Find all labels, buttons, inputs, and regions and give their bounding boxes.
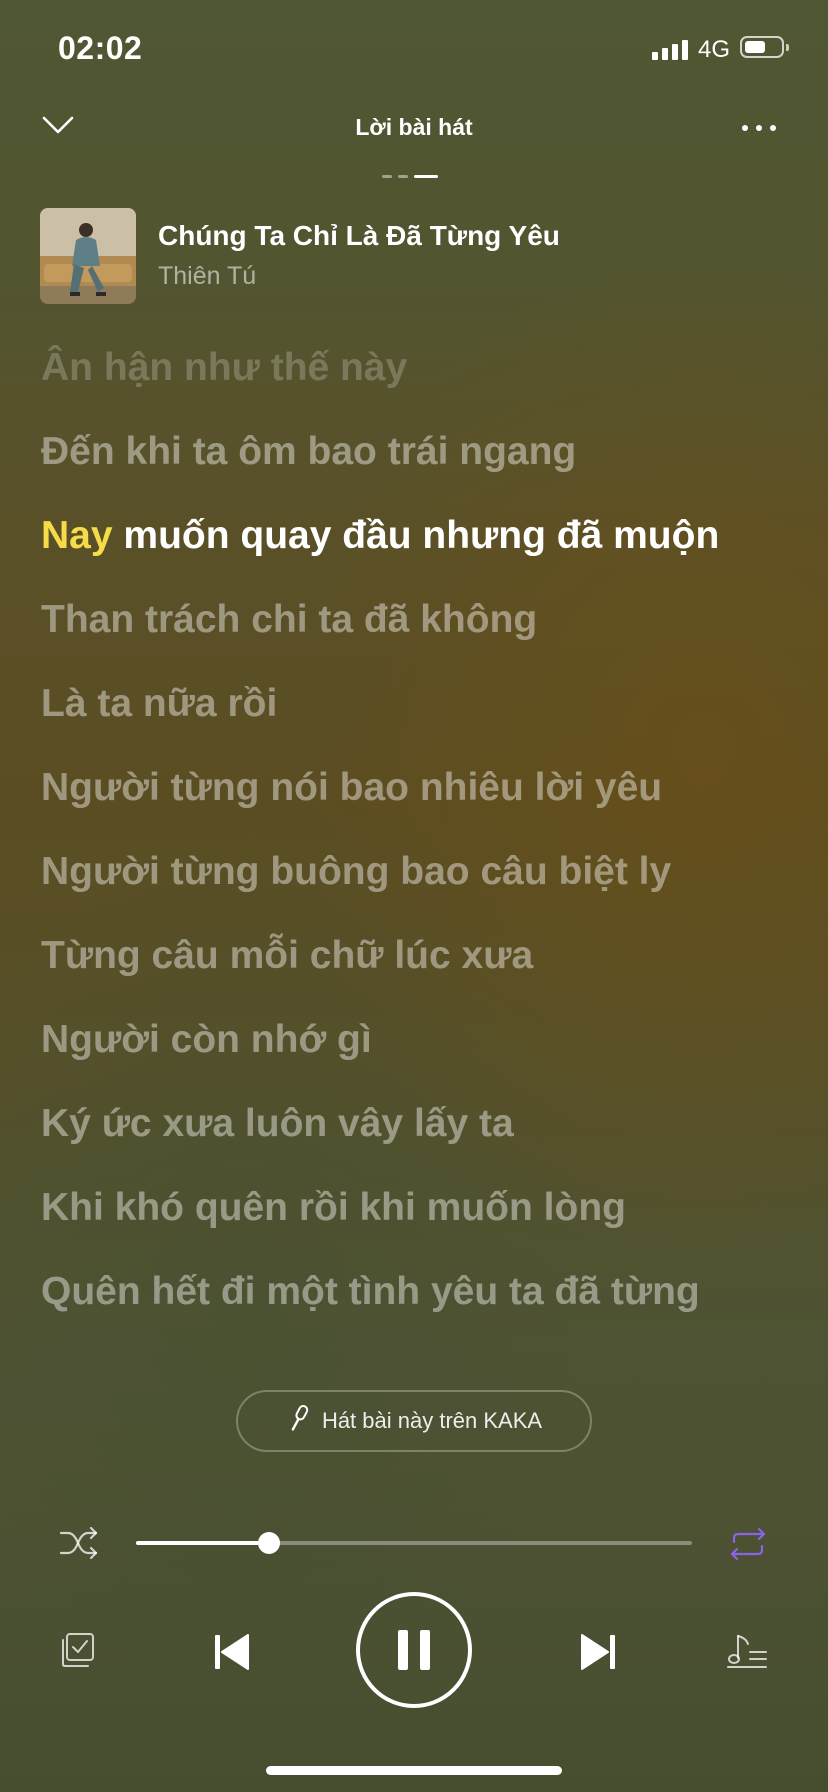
page-indicator: [382, 175, 438, 178]
lyric-line[interactable]: Người từng nói bao nhiêu lời yêu: [41, 766, 811, 850]
microphone-icon: [286, 1403, 312, 1439]
home-indicator[interactable]: [266, 1766, 562, 1775]
song-title: Chúng Ta Chỉ Là Đã Từng Yêu: [158, 220, 560, 251]
lyric-line[interactable]: Ân hận như thế này: [41, 346, 811, 430]
lyric-active-text: muốn quay đầu nhưng đã muộn: [123, 514, 720, 557]
lyrics-panel[interactable]: Ân hận như thế này Đến khi ta ôm bao trá…: [41, 346, 811, 1354]
lyric-highlighted-word: Nay: [41, 514, 113, 557]
page-title: Lời bài hát: [355, 114, 473, 140]
playlist-check-icon[interactable]: [58, 1630, 98, 1670]
album-artwork[interactable]: [40, 208, 136, 304]
progress-thumb[interactable]: [258, 1532, 280, 1554]
lyric-line[interactable]: Từng câu mỗi chữ lúc xưa: [41, 934, 811, 1018]
network-type: 4G: [698, 36, 731, 63]
lyric-line[interactable]: Ký ức xưa luôn vây lấy ta: [41, 1102, 811, 1186]
lyric-line[interactable]: Người còn nhớ gì: [41, 1018, 811, 1102]
battery-icon: [740, 36, 789, 58]
skip-next-icon[interactable]: [578, 1632, 618, 1672]
more-dots-icon[interactable]: [742, 116, 786, 140]
lyric-line[interactable]: Đến khi ta ôm bao trái ngang: [41, 430, 811, 514]
sing-karaoke-button[interactable]: Hát bài này trên KAKA: [236, 1390, 592, 1452]
sing-karaoke-label: Hát bài này trên KAKA: [321, 1408, 543, 1433]
progress-fill: [136, 1541, 269, 1545]
repeat-icon[interactable]: [726, 1524, 770, 1564]
lyric-line[interactable]: Là ta nữa rồi: [41, 682, 811, 766]
lyric-line[interactable]: Người từng buông bao câu biệt ly: [41, 850, 811, 934]
song-artist[interactable]: Thiên Tú: [158, 262, 256, 291]
skip-previous-icon[interactable]: [212, 1632, 252, 1672]
music-list-icon[interactable]: [726, 1630, 770, 1670]
lyric-line[interactable]: Khi khó quên rồi khi muốn lòng: [41, 1186, 811, 1270]
lyric-line-active[interactable]: Nay muốn quay đầu nhưng đã muộn: [41, 514, 811, 598]
lyric-line[interactable]: Quên hết đi một tình yêu ta đã từng: [41, 1270, 811, 1354]
pause-button[interactable]: [356, 1592, 472, 1708]
lyric-line[interactable]: Than trách chi ta đã không: [41, 598, 811, 682]
shuffle-icon[interactable]: [58, 1524, 100, 1562]
cellular-signal-icon: [652, 38, 688, 60]
status-time: 02:02: [58, 30, 143, 66]
